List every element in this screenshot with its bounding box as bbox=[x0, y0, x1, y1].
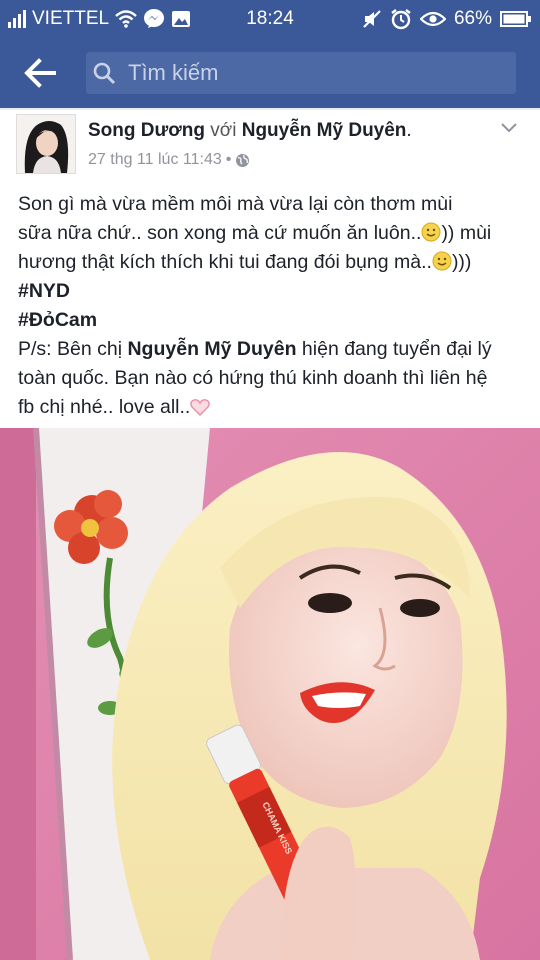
top-navbar: Tìm kiếm bbox=[0, 38, 540, 108]
back-arrow-icon[interactable] bbox=[22, 56, 58, 90]
author-period: . bbox=[406, 120, 412, 141]
post-author-line: Song Dương với Nguyễn Mỹ Duyên. bbox=[88, 120, 412, 142]
post-meta: 27 thg 11 lúc 11:43 • bbox=[88, 151, 250, 169]
post-line-1: Son gì mà vừa mềm môi mà vừa lại còn thơ… bbox=[18, 193, 453, 215]
author-name[interactable]: Song Dương bbox=[88, 120, 205, 141]
heart-emoji-icon bbox=[190, 399, 211, 416]
post-text: Son gì mà vừa mềm môi mà vừa lại còn thơ… bbox=[18, 190, 523, 422]
post-line-ps3: fb chị nhé.. love all.. bbox=[18, 393, 523, 422]
search-icon bbox=[93, 62, 116, 85]
avatar[interactable] bbox=[16, 114, 76, 174]
mute-icon bbox=[363, 10, 381, 28]
tagged-name[interactable]: Nguyễn Mỹ Duyên bbox=[242, 120, 407, 141]
ps-mention-name[interactable]: Nguyễn Mỹ Duyên bbox=[127, 338, 296, 360]
battery-percent: 66% bbox=[453, 8, 492, 29]
post-line-ps2: toàn quốc. Bạn nào có hứng thú kinh doan… bbox=[18, 367, 488, 389]
smile-emoji-icon bbox=[421, 222, 441, 242]
search-placeholder: Tìm kiếm bbox=[128, 60, 219, 85]
post-line-3: hương thật kích thích khi tui đang đói b… bbox=[18, 251, 472, 273]
post-timestamp[interactable]: 27 thg 11 lúc 11:43 bbox=[88, 151, 222, 169]
hashtag-docam[interactable]: #ĐỏCam bbox=[18, 306, 523, 335]
chevron-down-icon[interactable] bbox=[500, 118, 518, 139]
with-word: với bbox=[210, 120, 237, 141]
globe-icon bbox=[236, 153, 250, 167]
battery-icon bbox=[500, 11, 531, 27]
post-photo[interactable]: CHAMA KISS bbox=[0, 428, 540, 960]
alarm-icon bbox=[391, 9, 411, 30]
eye-icon bbox=[419, 11, 446, 27]
status-bar: VIETTEL 18:24 66% bbox=[0, 0, 540, 38]
search-field[interactable]: Tìm kiếm bbox=[86, 52, 516, 94]
post-line-ps: P/s: Bên chị Nguyễn Mỹ Duyên hiện đang t… bbox=[18, 338, 492, 360]
post-line-2: sữa nữa chứ.. son xong mà cứ muốn ăn luô… bbox=[18, 222, 492, 244]
hashtag-nyd[interactable]: #NYD bbox=[18, 277, 523, 306]
post-card: Song Dương với Nguyễn Mỹ Duyên. 27 thg 1… bbox=[0, 110, 540, 960]
meta-separator: • bbox=[225, 151, 232, 168]
smile-emoji-icon bbox=[432, 251, 452, 271]
